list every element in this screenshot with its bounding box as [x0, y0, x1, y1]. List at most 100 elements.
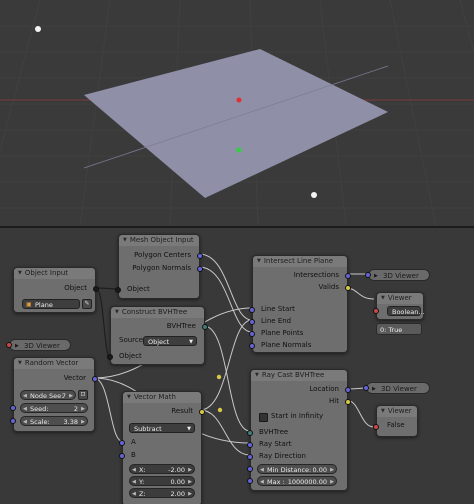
object-input-node[interactable]: ▼ Object Input Object ▣ Plane ✎	[13, 267, 99, 313]
vector-math-node[interactable]: ▼ Vector Math Result Subtract ▼ A B ◀ X: …	[119, 391, 205, 504]
mesh-object-input-socket[interactable]	[115, 287, 121, 293]
expand-triangle-icon[interactable]: ▶	[374, 270, 378, 282]
vector-output-socket[interactable]	[92, 376, 98, 382]
3d-viewport[interactable]	[0, 0, 474, 226]
increment-arrow-icon[interactable]: ▶	[188, 477, 192, 485]
decrement-arrow-icon[interactable]: ◀	[260, 465, 264, 473]
plane-points-socket[interactable]	[249, 331, 255, 337]
increment-arrow-icon[interactable]: ▶	[81, 417, 85, 425]
viewer-false-node[interactable]: ▼ Viewer False	[373, 405, 418, 437]
viewer-boolean-socket[interactable]	[373, 308, 379, 314]
viewer-false-header[interactable]: ▼ Viewer	[377, 406, 417, 417]
viewer-type-select[interactable]: Boolean...	[387, 306, 425, 316]
seed-field[interactable]: ◀ Seed: 2 ▶	[20, 403, 88, 413]
bvhtree-output-socket[interactable]	[202, 324, 208, 330]
intersect-line-plane-node[interactable]: ▼ Intersect Line Plane Intersections Vali…	[249, 255, 351, 353]
decrement-arrow-icon[interactable]: ◀	[132, 477, 136, 485]
input-a-socket[interactable]	[119, 440, 125, 446]
line-start-socket[interactable]	[249, 307, 255, 313]
expand-triangle-icon[interactable]: ▶	[372, 383, 376, 395]
location-socket[interactable]	[345, 387, 351, 393]
increment-arrow-icon[interactable]: ▶	[69, 391, 73, 399]
viewer-3d-top-socket[interactable]	[365, 272, 371, 278]
collapse-triangle-icon[interactable]: ▼	[381, 406, 385, 417]
vector-math-header[interactable]: ▼ Vector Math	[123, 392, 201, 403]
input-b-socket[interactable]	[119, 453, 125, 459]
decrement-arrow-icon[interactable]: ◀	[23, 404, 27, 412]
y-field[interactable]: ◀ Y: 0.00 ▶	[129, 476, 195, 486]
mesh-object-input-node[interactable]: ▼ Mesh Object Input Polygon Centers Polyg…	[115, 234, 203, 299]
reroute-dot-lower[interactable]	[217, 407, 223, 413]
collapse-triangle-icon[interactable]: ▼	[257, 256, 261, 267]
increment-arrow-icon[interactable]: ▶	[330, 465, 334, 473]
polygon-centers-socket[interactable]	[197, 253, 203, 259]
intersections-socket[interactable]	[345, 273, 351, 279]
node-editor[interactable]: ▼ Object Input Object ▣ Plane ✎ ▼ Mesh Obj…	[0, 228, 474, 504]
decrement-arrow-icon[interactable]: ◀	[260, 477, 264, 485]
viewer-3d-left-node[interactable]: ▶ 3D Viewer	[6, 339, 71, 352]
min-distance-socket[interactable]	[247, 466, 253, 472]
construct-bvhtree-header[interactable]: ▼ Construct BVHTree	[111, 307, 204, 318]
plane-mesh[interactable]	[84, 49, 388, 198]
source-select[interactable]: Object ▼	[143, 336, 197, 346]
increment-arrow-icon[interactable]: ▶	[81, 404, 85, 412]
increment-arrow-icon[interactable]: ▶	[330, 477, 334, 485]
bvhtree-object-input-socket[interactable]	[107, 354, 113, 360]
decrement-arrow-icon[interactable]: ◀	[23, 391, 27, 399]
viewer-3d-top-node[interactable]: ▶ 3D Viewer	[365, 269, 430, 282]
result-output-socket[interactable]	[199, 409, 205, 415]
collapse-triangle-icon[interactable]: ▼	[255, 370, 259, 381]
collapse-triangle-icon[interactable]: ▼	[381, 293, 385, 304]
object-input-header[interactable]: ▼ Object Input	[14, 268, 95, 279]
hit-socket[interactable]	[345, 399, 351, 405]
plane-normals-socket[interactable]	[249, 343, 255, 349]
collapse-triangle-icon[interactable]: ▼	[127, 392, 131, 403]
collapse-triangle-icon[interactable]: ▼	[18, 358, 22, 369]
node-seed-field[interactable]: ◀ Node See: 7 ▶	[20, 390, 76, 400]
ray-direction-socket[interactable]	[247, 454, 253, 460]
ray-start-socket[interactable]	[247, 442, 253, 448]
seed-input-socket[interactable]	[10, 405, 16, 411]
increment-arrow-icon[interactable]: ▶	[188, 489, 192, 497]
start-in-infinity-checkbox[interactable]	[259, 413, 268, 422]
max-distance-socket[interactable]	[247, 478, 253, 484]
polygon-normals-socket[interactable]	[197, 266, 203, 272]
scale-input-socket[interactable]	[10, 418, 16, 424]
collapse-triangle-icon[interactable]: ▼	[18, 268, 22, 279]
mesh-object-input-header[interactable]: ▼ Mesh Object Input	[119, 235, 199, 246]
ray-cast-bvhtree-node[interactable]: ▼ Ray Cast BVHTree Location Hit Start in …	[247, 369, 351, 491]
viewer-3d-bottom-socket[interactable]	[363, 385, 369, 391]
seed-toggle-icon[interactable]: ⊡	[78, 390, 88, 400]
expand-triangle-icon[interactable]: ▶	[15, 340, 19, 352]
max-distance-field[interactable]: ◀ Max : 1000000.00 ▶	[257, 476, 337, 486]
viewer-3d-bottom-node[interactable]: ▶ 3D Viewer	[363, 382, 430, 395]
decrement-arrow-icon[interactable]: ◀	[132, 489, 136, 497]
object-select[interactable]: ▣ Plane	[22, 299, 80, 309]
scale-field[interactable]: ◀ Scale: 3.38 ▶	[20, 416, 88, 426]
viewer-boolean-node[interactable]: ▼ Viewer Boolean...	[373, 292, 425, 320]
decrement-arrow-icon[interactable]: ◀	[23, 417, 27, 425]
collapse-triangle-icon[interactable]: ▼	[115, 307, 119, 318]
valids-socket[interactable]	[345, 285, 351, 291]
construct-bvhtree-node[interactable]: ▼ Construct BVHTree BVHTree Source: Objec…	[107, 306, 208, 365]
viewer-false-socket[interactable]	[373, 424, 379, 430]
x-field[interactable]: ◀ X: -2.00 ▶	[129, 464, 195, 474]
viewer-boolean-header[interactable]: ▼ Viewer	[377, 293, 423, 304]
ray-cast-bvhtree-header[interactable]: ▼ Ray Cast BVHTree	[251, 370, 347, 381]
eyedropper-icon[interactable]: ✎	[82, 299, 92, 309]
random-vector-node[interactable]: ▼ Random Vector Vector ◀ Node See: 7 ▶ ⊡ …	[10, 357, 98, 432]
decrement-arrow-icon[interactable]: ◀	[132, 465, 136, 473]
increment-arrow-icon[interactable]: ▶	[188, 465, 192, 473]
mesh-object-icon: ▣	[26, 301, 32, 308]
reroute-dot-upper[interactable]	[216, 374, 222, 380]
random-vector-header[interactable]: ▼ Random Vector	[14, 358, 94, 369]
viewer-3d-left-socket[interactable]	[6, 342, 12, 348]
z-field[interactable]: ◀ Z: 2.00 ▶	[129, 488, 195, 498]
line-end-socket[interactable]	[249, 319, 255, 325]
collapse-triangle-icon[interactable]: ▼	[123, 235, 127, 246]
operation-select[interactable]: Subtract ▼	[129, 423, 195, 433]
intersect-line-plane-header[interactable]: ▼ Intersect Line Plane	[253, 256, 347, 267]
bvhtree-input-socket[interactable]	[247, 430, 253, 436]
min-distance-field[interactable]: ◀ Min Distance: 0.00 ▶	[257, 464, 337, 474]
object-output-socket[interactable]	[93, 286, 99, 292]
